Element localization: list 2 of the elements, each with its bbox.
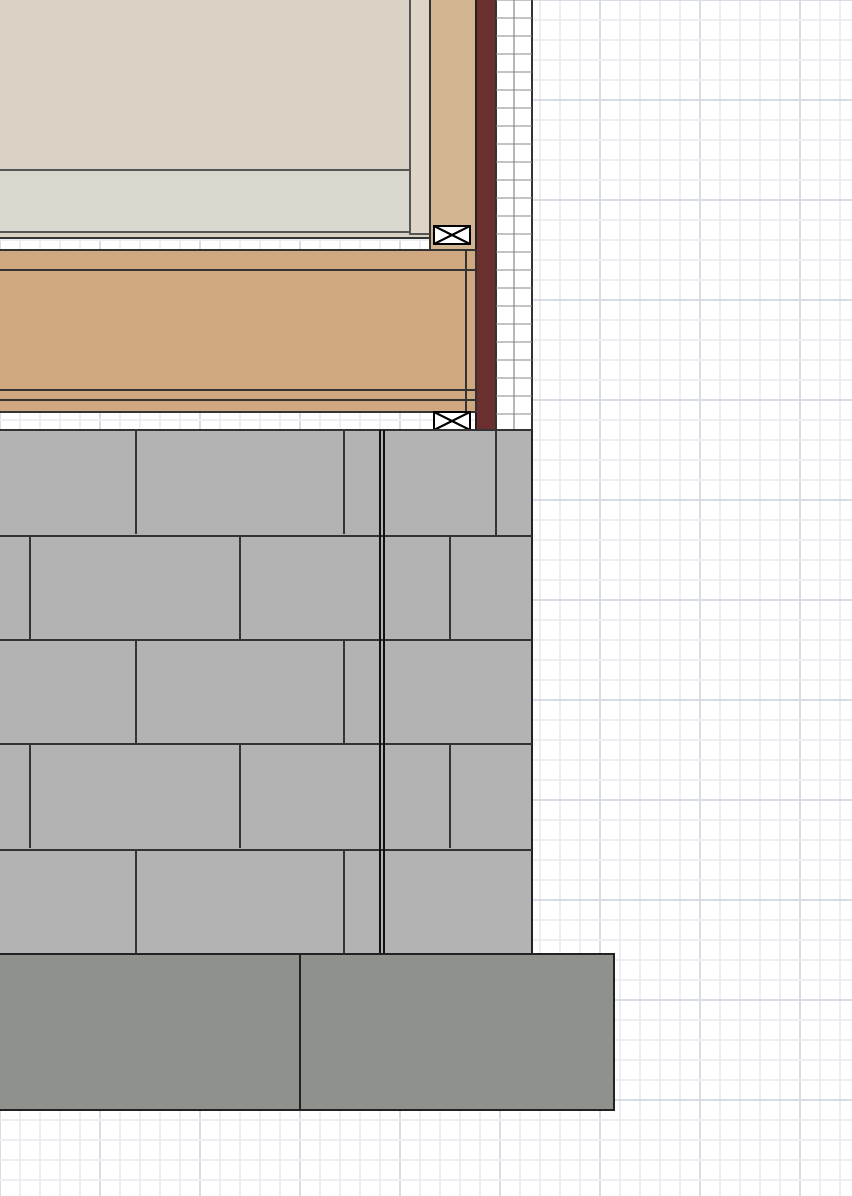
spacer-block-drawing [433, 411, 471, 431]
spacer-block-drawing [433, 225, 471, 245]
